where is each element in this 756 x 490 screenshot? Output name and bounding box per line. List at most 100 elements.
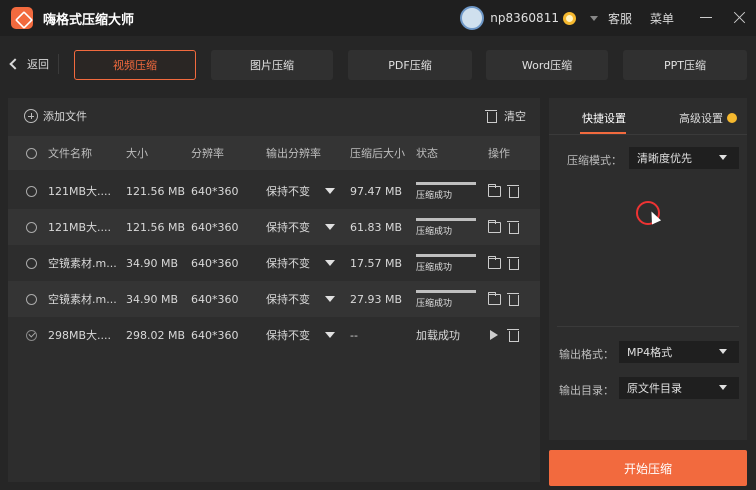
tab-ppt-compress[interactable]: PPT压缩: [623, 50, 747, 80]
mode-value: 清晰度优先: [637, 152, 692, 165]
chevron-down-icon[interactable]: [325, 332, 335, 338]
table-row[interactable]: 298MB大.... 298.02 MB 640*360 保持不变 -- 加载成…: [8, 317, 540, 353]
mode-select[interactable]: 清晰度优先: [629, 147, 739, 169]
format-select[interactable]: MP4格式: [619, 341, 739, 363]
nav-divider: [58, 54, 59, 74]
start-compress-button[interactable]: 开始压缩: [549, 450, 747, 486]
status-cell: 压缩成功: [416, 173, 476, 209]
table-row[interactable]: 空镜素材.m... 34.90 MB 640*360 保持不变 17.57 MB…: [8, 245, 540, 281]
compressed-size: 97.47 MB: [350, 184, 403, 198]
progress-bar: [416, 253, 476, 257]
clear-button[interactable]: 清空: [485, 108, 526, 124]
tab-image-compress[interactable]: 图片压缩: [211, 50, 333, 80]
output-dir-value: 原文件目录: [627, 382, 682, 395]
vip-badge-icon: [562, 11, 576, 25]
trash-icon[interactable]: [507, 256, 519, 270]
trash-icon[interactable]: [507, 184, 519, 198]
chevron-down-icon[interactable]: [325, 260, 335, 266]
username[interactable]: np8360811: [490, 11, 559, 25]
chevron-down-icon[interactable]: [325, 188, 335, 194]
folder-icon[interactable]: [488, 255, 501, 269]
mode-label: 压缩模式：: [567, 154, 622, 167]
add-file-button[interactable]: 添加文件: [24, 108, 87, 124]
title-bar-right: np8360811 客服 菜单: [460, 0, 756, 36]
row-select-radio[interactable]: [26, 221, 37, 233]
row-select-radio[interactable]: [26, 293, 37, 305]
col-compressed-size: 压缩后大小: [350, 147, 405, 160]
col-out-resolution: 输出分辨率: [266, 147, 321, 160]
row-select-radio[interactable]: [26, 185, 37, 197]
progress-bar: [416, 289, 476, 293]
row-select-radio[interactable]: [26, 257, 37, 269]
row-checked-icon[interactable]: [26, 329, 37, 341]
col-size: 大小: [126, 147, 148, 160]
chevron-down-icon: [719, 155, 727, 160]
progress-bar: [416, 217, 476, 221]
compressed-size: --: [350, 328, 358, 342]
out-resolution-select[interactable]: 保持不变: [266, 317, 310, 353]
trash-icon[interactable]: [507, 328, 519, 342]
account-chevron-down-icon[interactable]: [589, 15, 598, 21]
file-name: 空镜素材.m...: [48, 257, 117, 270]
chevron-left-icon: [9, 58, 21, 70]
status-cell: 压缩成功: [416, 281, 476, 317]
out-resolution-value: 保持不变: [266, 329, 310, 342]
col-status: 状态: [416, 147, 438, 160]
out-resolution-select[interactable]: 保持不变: [266, 209, 310, 245]
menu-link[interactable]: 菜单: [650, 10, 674, 27]
tab-video-compress[interactable]: 视频压缩: [74, 50, 196, 80]
back-label: 返回: [27, 58, 49, 71]
output-dir-label: 输出目录：: [559, 384, 614, 397]
status-text: 压缩成功: [416, 190, 453, 201]
table-row[interactable]: 121MB大.... 121.56 MB 640*360 保持不变 61.83 …: [8, 209, 540, 245]
compressed-size: 17.57 MB: [350, 256, 403, 270]
tab-advanced-settings[interactable]: 高级设置: [679, 110, 737, 126]
file-resolution: 640*360: [191, 220, 239, 234]
file-name: 298MB大....: [48, 329, 112, 342]
add-file-label: 添加文件: [43, 110, 87, 123]
table-row[interactable]: 121MB大.... 121.56 MB 640*360 保持不变 97.47 …: [8, 173, 540, 209]
file-size: 34.90 MB: [126, 256, 179, 270]
file-resolution: 640*360: [191, 256, 239, 270]
file-size: 121.56 MB: [126, 220, 186, 234]
divider: [557, 326, 739, 327]
nav-bar: 返回 视频压缩 图片压缩 PDF压缩 Word压缩 PPT压缩: [0, 36, 756, 94]
trash-icon[interactable]: [507, 220, 519, 234]
tab-quick-settings[interactable]: 快捷设置: [582, 110, 626, 126]
vip-badge-icon: [727, 113, 737, 123]
col-actions: 操作: [488, 147, 510, 160]
folder-icon[interactable]: [488, 291, 501, 305]
chevron-down-icon[interactable]: [325, 296, 335, 302]
trash-icon[interactable]: [507, 292, 519, 306]
status-text: 加载成功: [416, 329, 460, 342]
out-resolution-select[interactable]: 保持不变: [266, 173, 310, 209]
status-cell: 压缩成功: [416, 209, 476, 245]
col-resolution: 分辨率: [191, 147, 224, 160]
file-resolution: 640*360: [191, 292, 239, 306]
file-name: 121MB大....: [48, 185, 112, 198]
avatar[interactable]: [460, 6, 485, 30]
tab-divider: [549, 134, 747, 135]
folder-icon[interactable]: [488, 183, 501, 197]
folder-icon[interactable]: [488, 219, 501, 233]
settings-panel: 快捷设置 高级设置 压缩模式： 清晰度优先 输出格式： MP4格式 输出目录： …: [549, 98, 747, 440]
chevron-down-icon[interactable]: [325, 224, 335, 230]
tab-pdf-compress[interactable]: PDF压缩: [348, 50, 472, 80]
out-resolution-select[interactable]: 保持不变: [266, 245, 310, 281]
file-toolbar: 添加文件 清空: [8, 98, 540, 134]
customer-service-link[interactable]: 客服: [608, 10, 632, 27]
minimize-icon[interactable]: [688, 0, 722, 36]
tab-advanced-label: 高级设置: [679, 112, 723, 125]
tab-word-compress[interactable]: Word压缩: [486, 50, 608, 80]
back-button[interactable]: 返回: [8, 56, 49, 72]
close-icon[interactable]: [722, 0, 756, 36]
output-dir-select[interactable]: 原文件目录: [619, 377, 739, 399]
select-all-radio[interactable]: [26, 147, 37, 159]
format-value: MP4格式: [627, 346, 673, 359]
col-name: 文件名称: [48, 147, 92, 160]
out-resolution-select[interactable]: 保持不变: [266, 281, 310, 317]
trash-icon: [485, 109, 498, 123]
play-icon[interactable]: [490, 330, 498, 340]
table-row[interactable]: 空镜素材.m... 34.90 MB 640*360 保持不变 27.93 MB…: [8, 281, 540, 317]
app-title: 嗨格式压缩大师: [43, 12, 135, 28]
